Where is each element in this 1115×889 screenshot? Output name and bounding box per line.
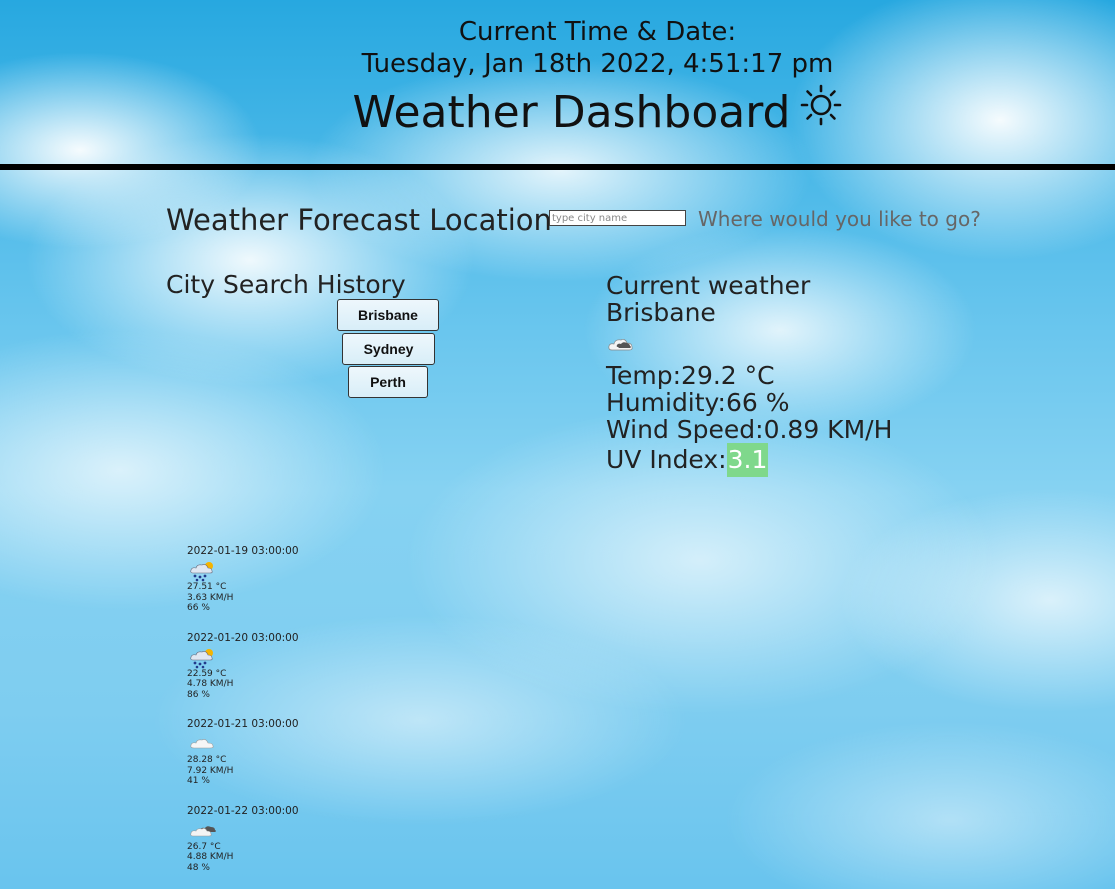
current-weather-panel: Current weather Brisbane Temp:29.2 °C Hu… <box>606 272 1086 477</box>
forecast-date: 2022-01-22 03:00:00 <box>187 804 299 817</box>
cloud-icon <box>189 733 337 755</box>
uv-label: UV Index: <box>606 445 727 474</box>
page-title: Weather Dashboard <box>352 87 791 138</box>
header: Current Time & Date: Tuesday, Jan 18th 2… <box>0 0 1115 165</box>
forecast-day: 2022-01-20 03:00:00 22.59 °C 4.78 KM/H 8… <box>187 631 337 718</box>
search-heading: Weather Forecast Location <box>166 203 552 237</box>
history-button-brisbane[interactable]: Brisbane <box>337 299 439 331</box>
forecast-temp: 26.7 °C <box>187 841 221 852</box>
current-uv: UV Index:3.1 <box>606 443 1086 477</box>
forecast-wind: 4.78 KM/H <box>187 679 234 689</box>
forecast-temp: 27.51 °C <box>187 582 227 592</box>
forecast-temp: 28.28 °C <box>187 755 227 765</box>
forecast-day: 2022-01-21 03:00:00 28.28 °C 7.92 KM/H 4… <box>187 717 337 804</box>
forecast-humidity: 41 % <box>187 776 210 786</box>
history-heading: City Search History <box>166 270 406 299</box>
time-value: Tuesday, Jan 18th 2022, 4:51:17 pm <box>361 49 834 79</box>
current-wind: Wind Speed:0.89 KM/H <box>606 415 893 444</box>
forecast-humidity: 66 % <box>187 603 210 613</box>
forecast-day: 2022-01-19 03:00:00 27.51 °C 3.63 KM/H 6… <box>187 544 337 631</box>
forecast-wind: 4.88 KM/H <box>187 852 234 862</box>
current-city: Brisbane <box>606 298 716 327</box>
time-label: Current Time & Date: <box>458 17 737 47</box>
forecast-wind: 7.92 KM/H <box>187 765 234 776</box>
search-hint: Where would you like to go? <box>698 207 981 231</box>
city-search-input[interactable] <box>549 210 686 226</box>
broken-clouds-icon <box>189 820 337 842</box>
forecast-date: 2022-01-19 03:00:00 <box>187 545 299 557</box>
current-weather-heading: Current weather <box>606 271 811 300</box>
rain-sun-icon <box>189 647 337 669</box>
rain-sun-icon <box>189 560 337 582</box>
cloud-icon <box>606 332 1086 356</box>
current-humidity: Humidity:66 % <box>606 388 790 417</box>
header-divider <box>0 164 1115 170</box>
forecast-day: 2022-01-22 03:00:00 26.7 °C 4.88 KM/H 48… <box>187 804 337 889</box>
forecast-humidity: 48 % <box>187 862 210 873</box>
forecast-temp: 22.59 °C <box>187 668 227 679</box>
forecast-date: 2022-01-21 03:00:00 <box>187 718 299 730</box>
current-temp: Temp:29.2 °C <box>606 361 775 390</box>
history-button-sydney[interactable]: Sydney <box>342 333 435 365</box>
page-title-row: Weather Dashboard <box>0 84 1115 140</box>
uv-badge: 3.1 <box>726 443 769 477</box>
forecast-wind: 3.63 KM/H <box>187 592 234 603</box>
forecast-date: 2022-01-20 03:00:00 <box>187 631 299 644</box>
forecast-humidity: 86 % <box>187 689 210 700</box>
sun-icon <box>800 84 842 139</box>
history-button-perth[interactable]: Perth <box>348 366 428 398</box>
forecast-list: 2022-01-19 03:00:00 27.51 °C 3.63 KM/H 6… <box>187 544 337 889</box>
